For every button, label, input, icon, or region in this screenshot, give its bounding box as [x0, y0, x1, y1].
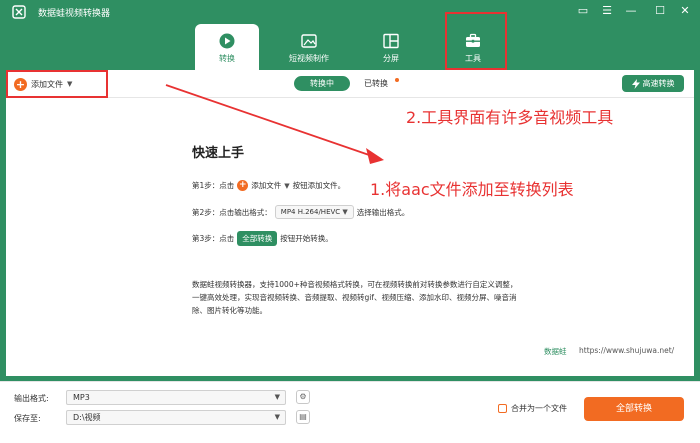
app-window: 数据蛙视频转换器 ▭ ☰ — ☐ ✕ 转换 短视频制作 分屏 工具 + 添加文件… [0, 0, 700, 443]
chevron-down-icon: ▼ [342, 208, 348, 216]
step-3: 第3步：点击 全部转换 按钮开始转换。 [192, 231, 333, 246]
save-to-select[interactable]: D:\视频 ▼ [66, 410, 286, 425]
folder-icon[interactable]: ▤ [296, 410, 310, 424]
plus-icon: + [237, 180, 249, 191]
menu-icon[interactable]: ☰ [600, 4, 614, 18]
product-description: 数据蛙视频转换器，支持1000+种音视频格式转换，可在视频转换前对转换参数进行自… [192, 280, 518, 315]
merge-option[interactable]: 合并为一个文件 [498, 403, 567, 414]
chevron-down-icon: ▼ [274, 413, 280, 421]
step2-format: MP4 H.264/HEVC [280, 208, 341, 216]
app-logo-icon [12, 5, 26, 19]
split-screen-icon [383, 33, 399, 49]
minimize-icon[interactable]: — [624, 4, 638, 18]
annotation-note-2: 2.工具界面有许多音视频工具 [406, 108, 614, 127]
annotation-box-add-file [6, 70, 108, 98]
app-title: 数据蛙视频转换器 [38, 9, 111, 19]
format-example-box: MP4 H.264/HEVC ▼ [274, 205, 354, 219]
chevron-down-icon: ▼ [274, 393, 280, 401]
tab-convert-label: 转换 [219, 54, 235, 63]
tab-converting[interactable]: 转换中 [294, 76, 350, 91]
brand-url: https://www.shujuwa.net/ [579, 346, 675, 355]
step-1: 第1步：点击 + 添加文件 ▼ 按钮添加文件。 [192, 180, 345, 191]
tab-split-screen-label: 分屏 [383, 54, 399, 63]
save-to-label: 保存至: [14, 414, 41, 423]
step3-prefix: 第3步：点击 [192, 234, 235, 243]
new-badge [395, 78, 399, 82]
tab-short-video[interactable]: 短视频制作 [277, 24, 341, 70]
format-settings-icon[interactable]: ⚙ [296, 390, 310, 404]
output-format-select[interactable]: MP3 ▼ [66, 390, 286, 405]
merge-checkbox[interactable] [498, 404, 507, 413]
fast-convert-button[interactable]: 高速转换 [622, 75, 684, 92]
output-format-value: MP3 [73, 393, 90, 402]
output-format-label: 输出格式: [14, 394, 49, 403]
merge-label: 合并为一个文件 [511, 404, 567, 413]
short-video-icon [301, 34, 317, 48]
lightning-icon [631, 78, 640, 89]
convert-all-button[interactable]: 全部转换 [584, 397, 684, 421]
save-to-value: D:\视频 [73, 413, 101, 422]
step1-suffix: 按钮添加文件。 [292, 181, 346, 190]
convert-toolbar: + 添加文件 ▼ 转换中 已转换 高速转换 [6, 70, 694, 98]
brand-name: 数据蛙 [544, 347, 567, 356]
step-2: 第2步：点击输出格式： MP4 H.264/HEVC ▼ 选择输出格式。 [192, 205, 409, 219]
fast-convert-label: 高速转换 [642, 79, 675, 88]
tab-split-screen[interactable]: 分屏 [359, 24, 423, 70]
step1-prefix: 第1步：点击 [192, 181, 235, 190]
close-icon[interactable]: ✕ [678, 4, 692, 18]
annotation-note-1: 1.将aac文件添加至转换列表 [370, 180, 574, 199]
title-bar: 数据蛙视频转换器 ▭ ☰ — ☐ ✕ [0, 0, 700, 24]
tab-short-video-label: 短视频制作 [289, 54, 329, 63]
chevron-down-icon: ▼ [284, 181, 290, 190]
step2-suffix: 选择输出格式。 [356, 207, 410, 217]
message-icon[interactable]: ▭ [576, 4, 590, 18]
maximize-icon[interactable]: ☐ [653, 4, 667, 18]
quick-start-title: 快速上手 [192, 146, 245, 161]
step1-button: 添加文件 [251, 181, 282, 190]
convert-icon [219, 33, 235, 49]
step2-prefix: 第2步：点击输出格式： [192, 207, 272, 217]
tab-converted[interactable]: 已转换 [364, 76, 388, 91]
tab-convert[interactable]: 转换 [195, 24, 259, 70]
annotation-box-tools [445, 12, 507, 70]
step3-suffix: 按钮开始转换。 [280, 234, 333, 243]
bottom-bar: 输出格式: MP3 ▼ ⚙ 保存至: D:\视频 ▼ ▤ 合并为一个文件 全部转… [0, 381, 700, 443]
step3-button: 全部转换 [237, 231, 278, 246]
